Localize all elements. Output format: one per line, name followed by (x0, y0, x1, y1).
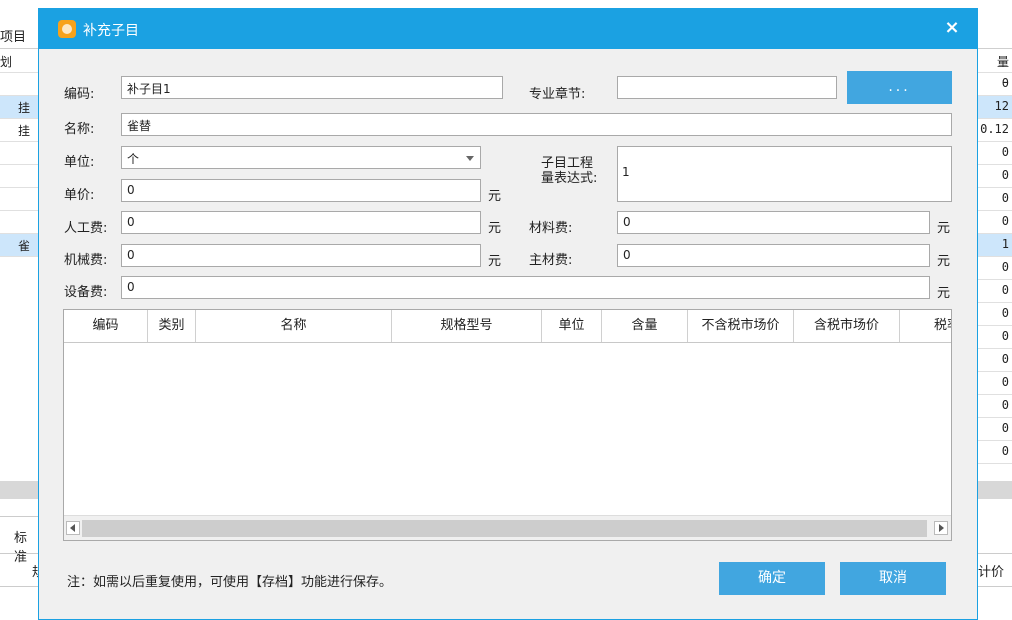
scroll-left-icon[interactable] (66, 521, 80, 535)
tab-standard[interactable]: 标准 (0, 516, 38, 565)
material-grid-header: 编码 类别 名称 规格型号 单位 含量 不含税市场价 含税市场价 税率 (64, 310, 951, 343)
right-grid: 量 θ 12 0.12 0 0 0 0 1 0 0 0 0 0 0 0 0 0 (977, 50, 1012, 480)
machine-unit: 元 (488, 254, 502, 269)
chapter-browse-button[interactable]: ... (847, 71, 952, 104)
price-unit: 元 (488, 189, 502, 204)
right-grid-cell[interactable]: 0 (978, 142, 1012, 165)
material-unit: 元 (937, 221, 951, 236)
main-material-label: 主材费: (529, 253, 573, 268)
right-grid-cell[interactable]: 1 (978, 234, 1012, 257)
left-grid-row[interactable]: 挂 (0, 96, 38, 119)
price-input[interactable]: 0 (121, 179, 481, 202)
right-grid-cell[interactable]: θ (978, 73, 1012, 96)
app-top-bar (0, 0, 1012, 8)
left-grid-row[interactable] (0, 73, 38, 96)
main-material-unit: 元 (937, 254, 951, 269)
left-grid-row[interactable]: 雀 (0, 234, 38, 257)
right-grid-cell[interactable]: 0 (978, 326, 1012, 349)
column-header[interactable]: 名称 (196, 310, 392, 342)
right-grid-cell[interactable]: 0 (978, 188, 1012, 211)
chapter-label: 专业章节: (529, 87, 586, 102)
right-grid-cell[interactable]: 0 (978, 441, 1012, 464)
column-header[interactable]: 类别 (148, 310, 196, 342)
labor-label: 人工费: (64, 221, 108, 236)
left-grid-row[interactable]: 挂 (0, 119, 38, 142)
left-grid-row[interactable] (0, 142, 38, 165)
name-label: 名称: (64, 122, 95, 137)
column-header[interactable]: 含税市场价 (794, 310, 900, 342)
main-material-input[interactable]: 0 (617, 244, 930, 267)
column-header[interactable]: 税率 (900, 310, 951, 342)
equipment-label: 设备费: (64, 285, 108, 300)
close-icon[interactable]: × (941, 17, 963, 39)
unit-select[interactable]: 个 (121, 146, 481, 169)
right-grid-cell[interactable]: 0 (978, 418, 1012, 441)
code-label: 编码: (64, 87, 95, 102)
code-input[interactable]: 补子目1 (121, 76, 503, 99)
right-grid-cell[interactable]: 0 (978, 165, 1012, 188)
column-header[interactable]: 单位 (542, 310, 602, 342)
left-grid-row[interactable] (0, 188, 38, 211)
equipment-input[interactable]: 0 (121, 276, 930, 299)
left-grid-row[interactable] (0, 165, 38, 188)
column-header[interactable]: 编码 (64, 310, 148, 342)
scrollbar-thumb[interactable] (82, 520, 927, 537)
expression-label-line1: 子目工程 (541, 156, 594, 171)
machine-label: 机械费: (64, 253, 108, 268)
scroll-right-icon[interactable] (934, 521, 948, 535)
price-label: 单价: (64, 188, 95, 203)
machine-input[interactable]: 0 (121, 244, 481, 267)
right-grid-cell[interactable]: 0 (978, 211, 1012, 234)
cancel-button[interactable]: 取消 (840, 562, 946, 595)
chapter-input[interactable] (617, 76, 837, 99)
material-grid: 编码 类别 名称 规格型号 单位 含量 不含税市场价 含税市场价 税率 (63, 309, 952, 541)
left-grid: 划 挂挂雀 (0, 50, 39, 480)
column-header[interactable]: 规格型号 (392, 310, 542, 342)
material-label: 材料费: (529, 221, 573, 236)
left-grid-header: 划 (0, 50, 38, 73)
app-logo-icon (58, 20, 76, 38)
dialog-title: 补充子目 (83, 23, 139, 39)
column-header[interactable]: 含量 (602, 310, 688, 342)
name-input[interactable]: 雀替 (121, 113, 952, 136)
dialog-titlebar[interactable]: 补充子目 × (39, 9, 977, 49)
column-header[interactable]: 不含税市场价 (688, 310, 794, 342)
right-grid-cell[interactable]: 0 (978, 372, 1012, 395)
right-grid-header: 量 (978, 50, 1012, 73)
bottom-right-text: 计价 (978, 565, 1005, 580)
expression-label-line2: 量表达式: (541, 171, 598, 186)
unit-label: 单位: (64, 155, 95, 170)
expression-label: 子目工程 量表达式: (541, 156, 597, 186)
right-grid-cell[interactable]: 0 (978, 303, 1012, 326)
ok-button[interactable]: 确定 (719, 562, 825, 595)
chevron-down-icon (466, 156, 474, 161)
right-grid-cell[interactable]: 0 (978, 395, 1012, 418)
expression-input[interactable]: 1 (617, 146, 952, 202)
labor-unit: 元 (488, 221, 502, 236)
unit-select-value: 个 (127, 152, 140, 166)
supplement-item-dialog: 补充子目 × 编码: 补子目1 专业章节: ... 名称: 雀替 单位: 个 子… (38, 8, 978, 620)
labor-input[interactable]: 0 (121, 211, 481, 234)
right-grid-cell[interactable]: 0 (978, 349, 1012, 372)
right-grid-cell[interactable]: 0 (978, 257, 1012, 280)
tab-project[interactable]: 项目 (0, 26, 26, 45)
left-grid-row[interactable] (0, 211, 38, 234)
save-note: 注：如需以后重复使用，可使用【存档】功能进行保存。 (67, 575, 393, 590)
material-input[interactable]: 0 (617, 211, 930, 234)
right-grid-cell[interactable]: 0 (978, 280, 1012, 303)
right-grid-cell[interactable]: 0.12 (978, 119, 1012, 142)
right-grid-cell[interactable]: 12 (978, 96, 1012, 119)
equipment-unit: 元 (937, 286, 951, 301)
grid-horizontal-scrollbar[interactable] (64, 515, 951, 540)
